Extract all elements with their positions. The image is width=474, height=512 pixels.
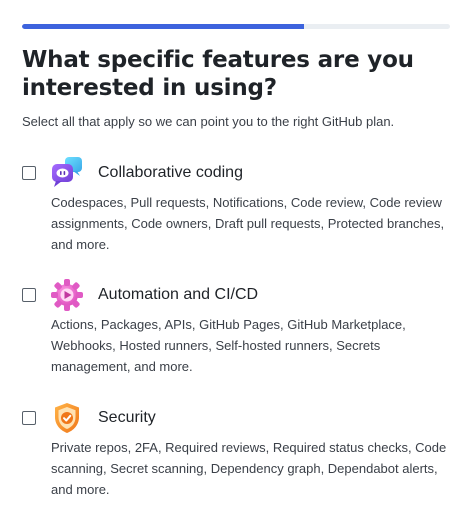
security-checkbox[interactable] <box>22 411 36 425</box>
progress-bar <box>22 24 450 29</box>
automation-ci-cd-checkbox[interactable] <box>22 288 36 302</box>
shield-check-icon <box>55 403 79 433</box>
gear-play-icon <box>51 279 83 311</box>
collaborative-coding-label[interactable]: Collaborative coding <box>98 163 243 183</box>
chat-bubbles-icon <box>52 157 82 187</box>
security-description: Private repos, 2FA, Required reviews, Re… <box>51 440 447 497</box>
progress-bar-fill <box>22 24 305 29</box>
automation-ci-cd-label[interactable]: Automation and CI/CD <box>98 285 258 305</box>
page-title: What specific features are you intereste… <box>22 47 414 101</box>
security-label[interactable]: Security <box>98 408 156 428</box>
collaborative-coding-checkbox[interactable] <box>22 166 36 180</box>
collaborative-coding-description: Codespaces, Pull requests, Notifications… <box>51 195 445 252</box>
page-subtitle: Select all that apply so we can point yo… <box>22 114 395 129</box>
automation-ci-cd-description: Actions, Packages, APIs, GitHub Pages, G… <box>51 317 406 374</box>
